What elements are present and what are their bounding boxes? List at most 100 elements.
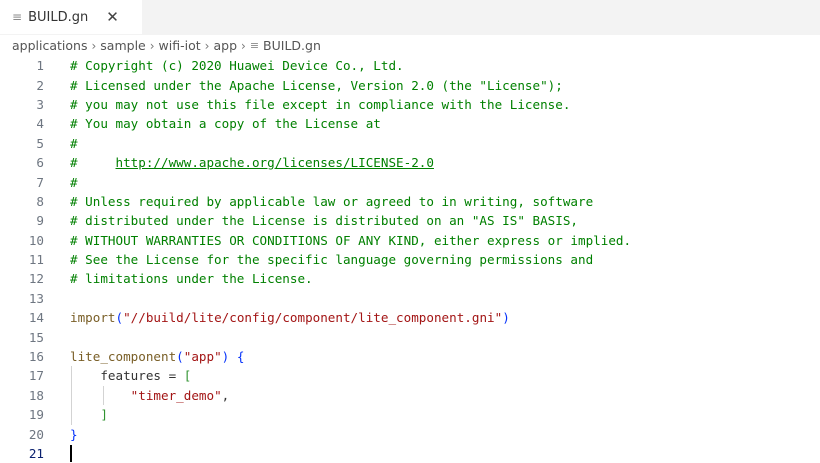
comment-text: # you may not use this file except in co… bbox=[70, 96, 571, 112]
line-content: # See the License for the specific langu… bbox=[70, 252, 593, 267]
code-line[interactable]: 18 "timer_demo", bbox=[0, 386, 820, 405]
comment-text: # See the License for the specific langu… bbox=[70, 252, 594, 268]
code-line[interactable]: 20} bbox=[0, 424, 820, 443]
line-number: 11 bbox=[28, 252, 44, 268]
function-name: import bbox=[70, 310, 116, 326]
code-line[interactable]: 8 # Unless required by applicable law or … bbox=[0, 192, 820, 211]
code-tail: , bbox=[221, 387, 230, 403]
comment-text: # Copyright (c) 2020 Huawei Device Co., … bbox=[70, 58, 404, 74]
line-number: 7 bbox=[36, 174, 44, 190]
code-line[interactable]: 15 bbox=[0, 327, 820, 346]
variable-assign: features = bbox=[100, 368, 184, 384]
line-content: # limitations under the License. bbox=[70, 271, 313, 286]
file-lines-icon: ≡ bbox=[249, 39, 260, 52]
comment-text: # limitations under the License. bbox=[70, 271, 313, 287]
line-number: 19 bbox=[28, 407, 44, 423]
comment-link: http://www.apache.org/licenses/LICENSE-2… bbox=[115, 155, 434, 171]
breadcrumb-file[interactable]: BUILD.gn bbox=[263, 38, 321, 53]
line-number: 15 bbox=[28, 329, 44, 345]
chevron-right-icon: › bbox=[241, 38, 246, 53]
comment-text: # Unless required by applicable law or a… bbox=[70, 193, 594, 209]
line-content: # Unless required by applicable law or a… bbox=[70, 194, 593, 209]
line-number: 16 bbox=[28, 349, 44, 365]
tab-build-gn[interactable]: ≡ BUILD.gn ✕ bbox=[0, 0, 142, 34]
line-number: 3 bbox=[36, 96, 44, 112]
indent-guide bbox=[103, 385, 104, 406]
editor-tab-bar: ≡ BUILD.gn ✕ bbox=[0, 0, 820, 35]
line-number: 21 bbox=[28, 446, 44, 461]
line-number: 18 bbox=[28, 387, 44, 403]
breadcrumb-item[interactable]: wifi-iot bbox=[159, 38, 201, 53]
comment-text: # bbox=[70, 155, 116, 171]
code-line[interactable]: 13 bbox=[0, 289, 820, 308]
line-number: 2 bbox=[36, 77, 44, 93]
line-number: 8 bbox=[36, 193, 44, 209]
code-line[interactable]: 1 # Copyright (c) 2020 Huawei Device Co.,… bbox=[0, 56, 820, 75]
comment-text: # Licensed under the Apache License, Ver… bbox=[70, 77, 563, 93]
tab-label: BUILD.gn bbox=[28, 9, 89, 25]
comment-text: # bbox=[70, 174, 78, 190]
line-number: 10 bbox=[28, 232, 44, 248]
line-content: # you may not use this file except in co… bbox=[70, 97, 570, 112]
code-line[interactable]: 4 # You may obtain a copy of the License … bbox=[0, 114, 820, 133]
line-content: lite_component("app") { bbox=[70, 349, 244, 364]
line-number: 13 bbox=[28, 290, 44, 306]
paren-close: ) bbox=[502, 310, 510, 326]
comment-text: # bbox=[70, 135, 78, 151]
line-number: 20 bbox=[28, 426, 44, 442]
chevron-right-icon: › bbox=[149, 38, 155, 53]
line-content: # bbox=[70, 175, 78, 190]
code-line[interactable]: 14 import("//build/lite/config/component/… bbox=[0, 308, 820, 327]
comment-text: # You may obtain a copy of the License a… bbox=[70, 116, 381, 132]
code-line[interactable]: 10 # WITHOUT WARRANTIES OR CONDITIONS OF … bbox=[0, 231, 820, 250]
code-line[interactable]: 11 # See the License for the specific lan… bbox=[0, 250, 820, 269]
line-content: # WITHOUT WARRANTIES OR CONDITIONS OF AN… bbox=[70, 233, 631, 248]
code-line[interactable]: 2 # Licensed under the Apache License, Ve… bbox=[0, 75, 820, 94]
line-number: 17 bbox=[28, 368, 44, 384]
line-content: # You may obtain a copy of the License a… bbox=[70, 116, 381, 131]
code-line[interactable]: 19 ] bbox=[0, 405, 820, 424]
breadcrumb: applications › sample › wifi-iot › app ›… bbox=[0, 35, 820, 56]
string-literal: "//build/lite/config/component/lite_comp… bbox=[123, 310, 503, 326]
line-number: 4 bbox=[36, 116, 44, 132]
breadcrumb-item[interactable]: applications bbox=[12, 38, 87, 53]
code-line[interactable]: 5 # bbox=[0, 134, 820, 153]
close-icon[interactable]: ✕ bbox=[106, 8, 119, 26]
line-content: "timer_demo", bbox=[70, 387, 230, 403]
code-line[interactable]: 12 # limitations under the License. bbox=[0, 269, 820, 288]
breadcrumb-item[interactable]: app bbox=[213, 38, 237, 53]
comment-text: # WITHOUT WARRANTIES OR CONDITIONS OF AN… bbox=[70, 232, 632, 248]
line-content: } bbox=[70, 427, 78, 442]
code-line[interactable]: 9 # distributed under the License is dist… bbox=[0, 211, 820, 230]
line-number: 1 bbox=[36, 58, 44, 74]
code-line[interactable]: 17 features = [ bbox=[0, 366, 820, 385]
code-line[interactable]: 3 # you may not use this file except in c… bbox=[0, 95, 820, 114]
file-lines-icon: ≡ bbox=[12, 10, 23, 24]
chevron-right-icon: › bbox=[204, 38, 210, 53]
line-content: ] bbox=[70, 407, 108, 422]
line-content: # Copyright (c) 2020 Huawei Device Co., … bbox=[70, 58, 404, 73]
line-content: features = [ bbox=[70, 368, 191, 383]
line-number: 14 bbox=[28, 310, 44, 326]
line-content: # Licensed under the Apache License, Ver… bbox=[70, 78, 563, 93]
code-line[interactable]: 6 # http://www.apache.org/licenses/LICENS… bbox=[0, 153, 820, 172]
function-name: lite_component bbox=[70, 349, 177, 365]
line-number: 12 bbox=[28, 271, 44, 287]
code-tail: { bbox=[229, 349, 245, 365]
chevron-right-icon: › bbox=[91, 38, 97, 53]
paren-open: ( bbox=[176, 349, 184, 365]
comment-text: # distributed under the License is distr… bbox=[70, 213, 578, 229]
code-line[interactable]: 16 lite_component("app") { bbox=[0, 347, 820, 366]
indent-guide bbox=[71, 366, 72, 425]
bracket: [ bbox=[183, 368, 192, 384]
line-number: 5 bbox=[36, 135, 44, 151]
code-editor[interactable]: 1 # Copyright (c) 2020 Huawei Device Co.,… bbox=[0, 56, 820, 463]
line-number: 9 bbox=[36, 213, 44, 229]
code-line[interactable]: 7 # bbox=[0, 172, 820, 191]
string-literal: "timer_demo" bbox=[130, 387, 222, 403]
code-line[interactable]: 21 bbox=[0, 444, 820, 463]
breadcrumb-item[interactable]: sample bbox=[100, 38, 145, 53]
